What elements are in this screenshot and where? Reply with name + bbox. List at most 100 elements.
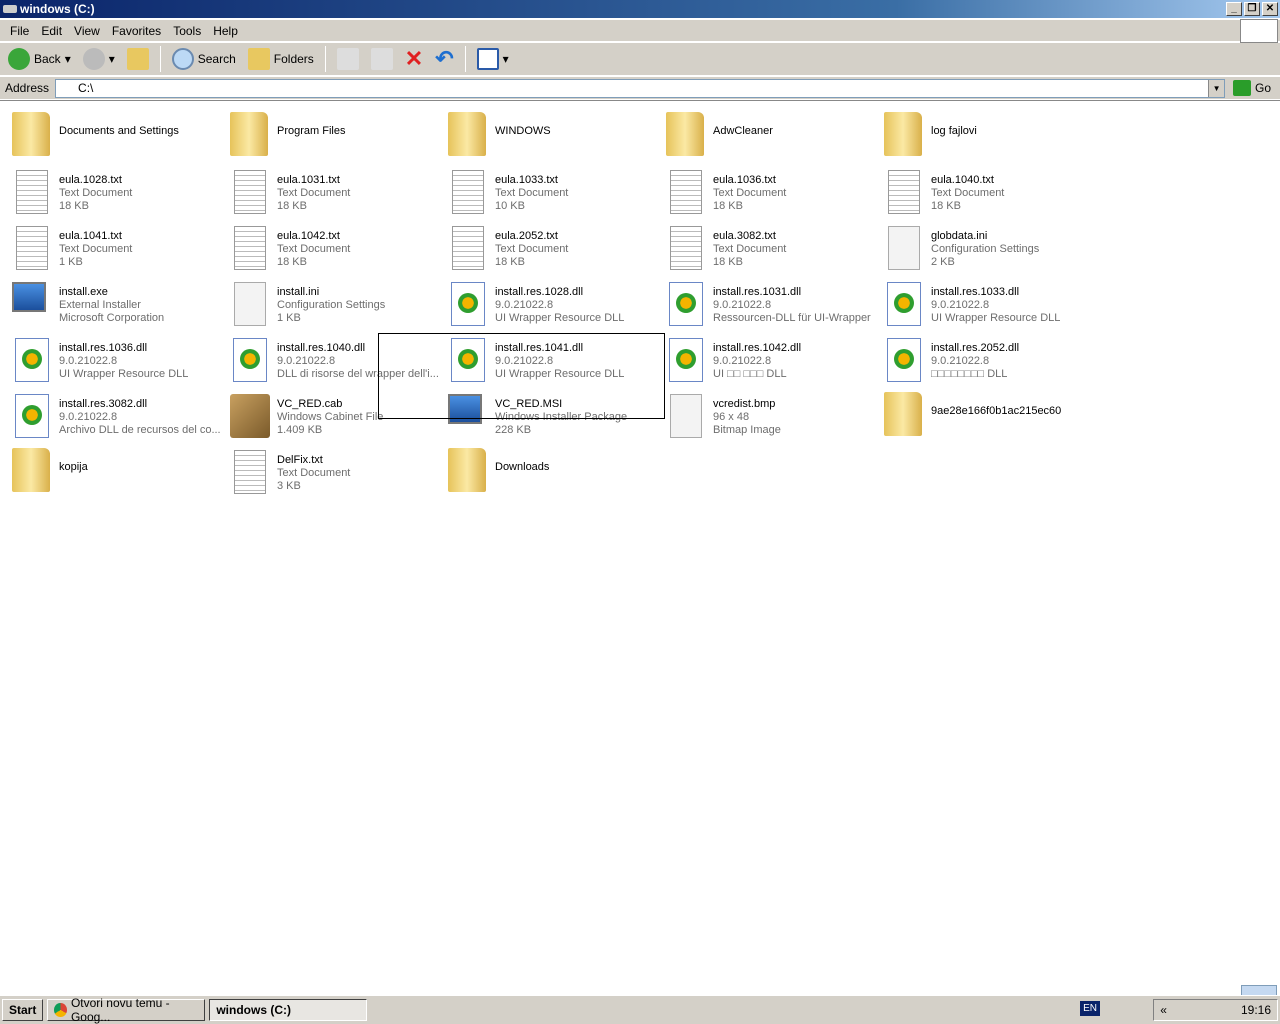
- folders-button[interactable]: Folders: [244, 45, 318, 73]
- go-label: Go: [1255, 81, 1272, 95]
- file-text: 9ae28e166f0b1ac215ec60: [931, 405, 1093, 418]
- file-text: install.res.1031.dll 9.0.21022.8 Ressource…: [713, 286, 875, 325]
- toolbar: Back ▾ ▾ Search Folders ✕ ↶ ▾: [0, 43, 1280, 76]
- file-l3: 10 KB: [495, 200, 525, 212]
- delete-button[interactable]: ✕: [401, 45, 427, 73]
- file-item[interactable]: eula.1033.txt Text Document 10 KB: [444, 164, 662, 220]
- file-item[interactable]: globdata.ini Configuration Settings 2 KB: [880, 220, 1098, 276]
- file-name: install.exe: [59, 286, 108, 298]
- file-l3: 18 KB: [277, 200, 307, 212]
- file-l2: 96 x 48: [713, 411, 750, 423]
- drive-icon: [3, 5, 17, 13]
- forward-button[interactable]: ▾: [79, 45, 119, 73]
- file-item[interactable]: Program Files: [226, 108, 444, 164]
- maximize-button[interactable]: ❐: [1244, 2, 1260, 16]
- file-l3: 2 KB: [931, 256, 955, 268]
- menu-edit[interactable]: Edit: [35, 24, 68, 38]
- file-item[interactable]: 9ae28e166f0b1ac215ec60: [880, 388, 1098, 444]
- file-item[interactable]: install.res.1028.dll 9.0.21022.8 UI Wrappe…: [444, 276, 662, 332]
- undo-button[interactable]: ↶: [431, 45, 457, 73]
- chrome-icon: [54, 1003, 67, 1017]
- blank-icon: [888, 226, 920, 270]
- file-name: install.res.1033.dll: [931, 286, 1020, 298]
- file-list: Documents and Settings Program Files WINDO…: [0, 100, 1280, 992]
- file-text: DelFix.txt Text Document 3 KB: [277, 454, 439, 493]
- file-item[interactable]: install.res.1042.dll 9.0.21022.8 UI □□ □□□…: [662, 332, 880, 388]
- doc-icon: [452, 170, 484, 214]
- dll-icon: [451, 282, 485, 326]
- file-l2: Configuration Settings: [931, 243, 1040, 255]
- file-item[interactable]: install.res.1036.dll 9.0.21022.8 UI Wrappe…: [8, 332, 226, 388]
- file-l2: Text Document: [713, 187, 787, 199]
- file-item[interactable]: eula.1040.txt Text Document 18 KB: [880, 164, 1098, 220]
- file-item[interactable]: kopija: [8, 444, 226, 500]
- file-text: install.res.3082.dll 9.0.21022.8 Archivo D…: [59, 398, 221, 437]
- file-name: 9ae28e166f0b1ac215ec60: [931, 405, 1062, 417]
- file-text: globdata.ini Configuration Settings 2 KB: [931, 230, 1093, 269]
- menu-favorites[interactable]: Favorites: [106, 24, 167, 38]
- menu-view[interactable]: View: [68, 24, 106, 38]
- file-item[interactable]: DelFix.txt Text Document 3 KB: [226, 444, 444, 500]
- move-to-button[interactable]: [333, 45, 363, 73]
- search-button[interactable]: Search: [168, 45, 240, 73]
- minimize-button[interactable]: _: [1226, 2, 1242, 16]
- taskbar-item-chrome[interactable]: Otvori novu temu - Goog...: [47, 996, 206, 1024]
- file-l3: UI Wrapper Resource DLL: [931, 312, 1061, 324]
- file-item[interactable]: eula.1031.txt Text Document 18 KB: [226, 164, 444, 220]
- file-item[interactable]: vcredist.bmp 96 x 48 Bitmap Image: [662, 388, 880, 444]
- file-name: eula.1033.txt: [495, 174, 558, 186]
- tray-expand-icon[interactable]: «: [1160, 1003, 1167, 1017]
- folder-icon: [448, 448, 486, 492]
- address-dropdown[interactable]: ▼: [1208, 79, 1225, 97]
- up-folder-button[interactable]: [123, 45, 153, 73]
- file-item[interactable]: eula.1041.txt Text Document 1 KB: [8, 220, 226, 276]
- folder-icon: [666, 112, 704, 156]
- file-l2: 9.0.21022.8: [931, 355, 990, 367]
- address-label: Address: [5, 81, 50, 95]
- file-item[interactable]: eula.2052.txt Text Document 18 KB: [444, 220, 662, 276]
- undo-icon: ↶: [435, 46, 454, 71]
- menu-tools[interactable]: Tools: [167, 24, 207, 38]
- file-name: Downloads: [495, 461, 550, 473]
- start-button[interactable]: Start: [2, 999, 44, 1021]
- clock: 19:16: [1240, 1003, 1271, 1017]
- start-label: Start: [9, 1003, 37, 1017]
- file-item[interactable]: eula.1036.txt Text Document 18 KB: [662, 164, 880, 220]
- move-to-icon: [336, 48, 359, 70]
- close-button[interactable]: ✕: [1262, 2, 1278, 16]
- file-item[interactable]: log fajlovi: [880, 108, 1098, 164]
- back-arrow-icon: [8, 48, 30, 70]
- go-button[interactable]: Go: [1233, 80, 1271, 96]
- file-item[interactable]: install.res.2052.dll 9.0.21022.8 □□□□□□□□ …: [880, 332, 1098, 388]
- file-item[interactable]: eula.3082.txt Text Document 18 KB: [662, 220, 880, 276]
- file-item[interactable]: install.res.3082.dll 9.0.21022.8 Archivo D…: [8, 388, 226, 444]
- address-bar: Address C:\ ▼ Go: [0, 77, 1280, 99]
- file-item[interactable]: install.res.1033.dll 9.0.21022.8 UI Wrappe…: [880, 276, 1098, 332]
- address-input[interactable]: C:\ ▼: [55, 78, 1226, 98]
- taskbar-item-explorer[interactable]: windows (C:): [209, 999, 368, 1021]
- file-item[interactable]: WINDOWS: [444, 108, 662, 164]
- copy-to-button[interactable]: [367, 45, 397, 73]
- folder-icon: [884, 392, 922, 436]
- file-text: AdwCleaner: [713, 125, 875, 138]
- back-button[interactable]: Back ▾: [4, 45, 75, 73]
- file-item[interactable]: eula.1028.txt Text Document 18 KB: [8, 164, 226, 220]
- file-item[interactable]: install.exe External Installer Microsoft C…: [8, 276, 226, 332]
- file-text: install.res.1036.dll 9.0.21022.8 UI Wrappe…: [59, 342, 221, 381]
- file-item[interactable]: Downloads: [444, 444, 662, 500]
- file-name: WINDOWS: [495, 125, 551, 137]
- file-l2: 9.0.21022.8: [713, 355, 772, 367]
- language-indicator[interactable]: EN: [1080, 1001, 1100, 1016]
- file-item[interactable]: install.res.1031.dll 9.0.21022.8 Ressource…: [662, 276, 880, 332]
- file-l2: 9.0.21022.8: [713, 299, 772, 311]
- file-item[interactable]: Documents and Settings: [8, 108, 226, 164]
- file-l2: Text Document: [59, 243, 133, 255]
- file-item[interactable]: AdwCleaner: [662, 108, 880, 164]
- file-item[interactable]: eula.1042.txt Text Document 18 KB: [226, 220, 444, 276]
- file-text: eula.3082.txt Text Document 18 KB: [713, 230, 875, 269]
- file-item[interactable]: install.ini Configuration Settings 1 KB: [226, 276, 444, 332]
- views-button[interactable]: ▾: [473, 45, 513, 73]
- file-name: eula.1036.txt: [713, 174, 776, 186]
- menu-help[interactable]: Help: [207, 24, 244, 38]
- menu-file[interactable]: File: [4, 24, 35, 38]
